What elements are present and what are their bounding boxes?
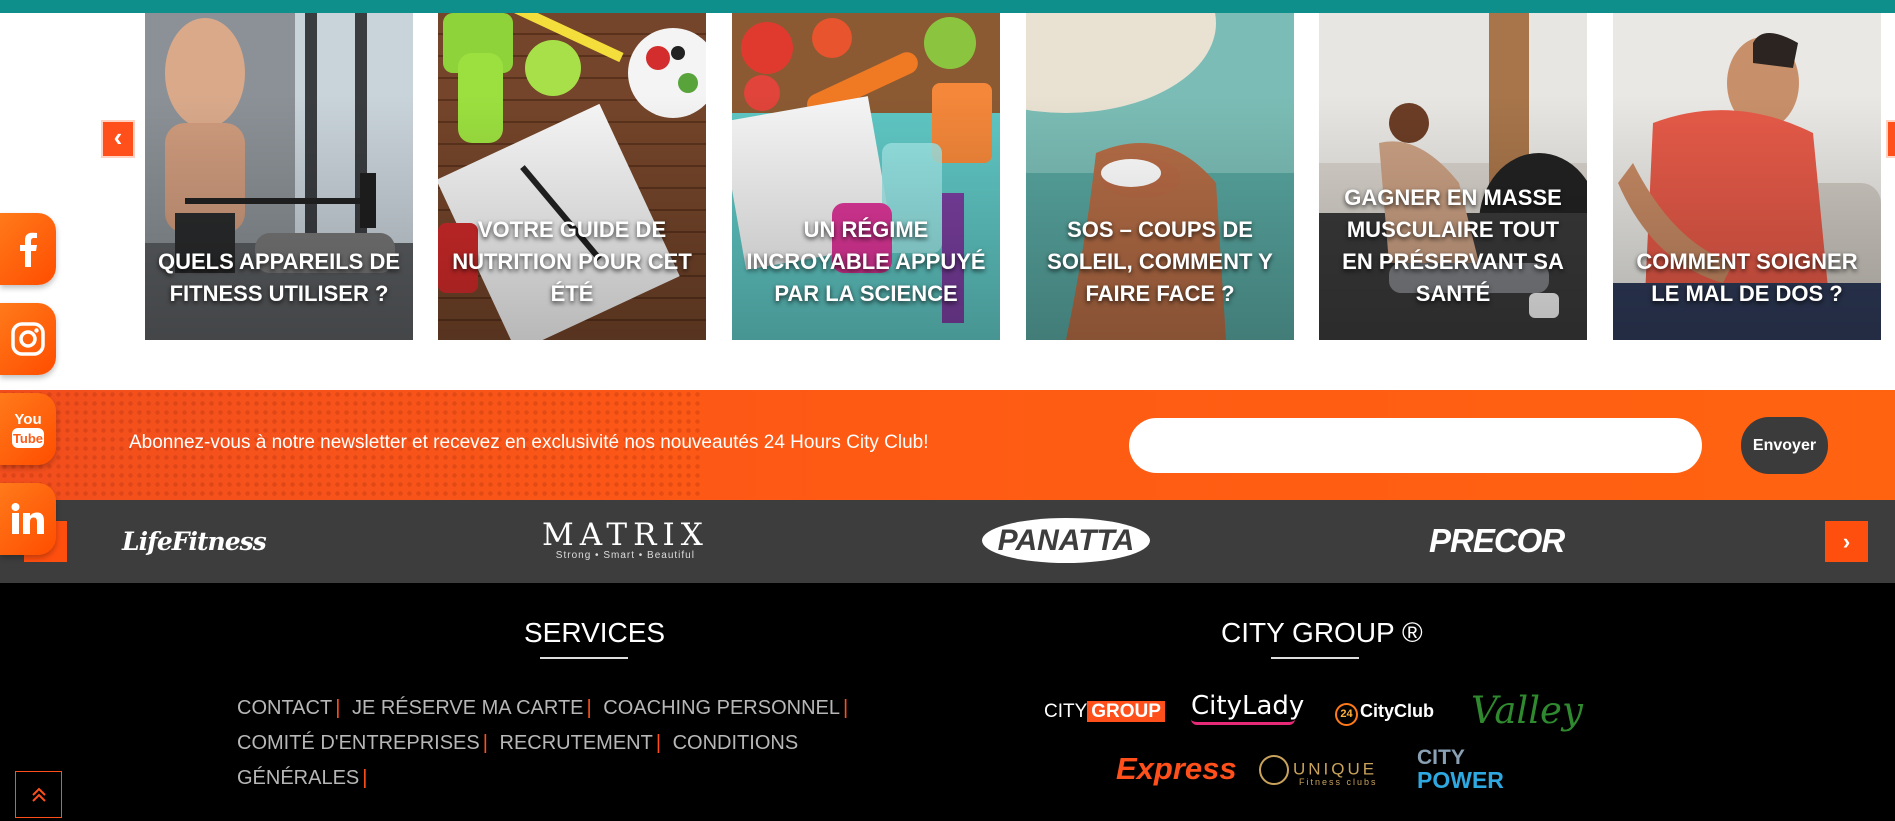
services-heading: SERVICES [524, 617, 666, 648]
blog-card-title: COMMENT SOIGNER LE MAL DE DOS ? [1636, 249, 1858, 306]
blog-card-back-pain[interactable]: COMMENT SOIGNER LE MAL DE DOS ? [1613, 13, 1881, 340]
top-teal-bar [0, 0, 1895, 13]
link-separator: | [362, 767, 368, 789]
instagram-icon [11, 322, 45, 356]
logo-express[interactable]: Express [1116, 751, 1237, 787]
link-separator: | [843, 697, 849, 719]
facebook-icon [20, 232, 37, 267]
logo-text: CITY [1417, 746, 1465, 769]
link-separator: | [335, 697, 341, 719]
logo-city-group[interactable]: CITY GROUP [1044, 701, 1165, 723]
blog-card-muscle-mass[interactable]: GAGNER EN MASSE MUSCULAIRE TOUT EN PRÉSE… [1319, 13, 1587, 340]
svg-text:Tube: Tube [13, 431, 43, 446]
logo-text: CITY [1044, 701, 1088, 722]
link-separator: | [482, 732, 488, 754]
blog-card-title: QUELS APPAREILS DE FITNESS UTILISER ? [157, 249, 401, 306]
logo-text: CityClub [1360, 701, 1434, 721]
link-reserve-card[interactable]: JE RÉSERVE MA CARTE [352, 697, 584, 719]
blog-card-title: GAGNER EN MASSE MUSCULAIRE TOUT EN PRÉSE… [1342, 185, 1564, 306]
blog-card-title: VOTRE GUIDE DE NUTRITION POUR CET ÉTÉ [452, 217, 692, 306]
brand-logo-lifefitness[interactable]: LifeFitness [122, 527, 267, 556]
youtube-icon: You Tube [12, 411, 44, 448]
page: QUELS APPAREILS DE FITNESS UTILISER ? VO… [0, 0, 1895, 821]
brand-logo-panatta[interactable]: PANATTA [982, 518, 1150, 563]
logo-text: UNIQUE [1293, 759, 1378, 779]
newsletter-send-button[interactable]: Envoyer [1741, 417, 1828, 474]
logo-text: CityLady [1191, 691, 1305, 721]
svg-text:You: You [14, 411, 41, 428]
brand-strip: ‹ LifeFitness MATRIX Strong • Smart • Be… [0, 500, 1895, 583]
city-group-underline [1271, 657, 1359, 659]
link-works-council[interactable]: COMITÉ D'ENTREPRISES [237, 732, 480, 754]
logo-city-power[interactable]: CITY POWER [1417, 746, 1504, 793]
brand-name: MATRIX [542, 517, 709, 553]
youtube-link[interactable]: You Tube [0, 393, 56, 465]
carousel-next-button[interactable]: › [1886, 120, 1895, 158]
link-personal-coaching[interactable]: COACHING PERSONNEL [603, 697, 840, 719]
newsletter-email-input[interactable] [1129, 418, 1702, 473]
blog-card-sunburn[interactable]: SOS – COUPS DE SOLEIL, COMMENT Y FAIRE F… [1026, 13, 1294, 340]
logo-unique[interactable]: UNIQUE Fitness clubs [1259, 755, 1378, 787]
brands-next-button[interactable]: › [1825, 521, 1868, 562]
footer: SERVICES CONTACT | JE RÉSERVE MA CARTE | C… [0, 583, 1895, 821]
blog-card-title: SOS – COUPS DE SOLEIL, COMMENT Y FAIRE F… [1047, 217, 1273, 306]
services-underline [540, 657, 628, 659]
instagram-link[interactable] [0, 303, 56, 375]
chevron-left-icon: ‹ [113, 122, 123, 152]
city-group-heading: CITY GROUP ® [1221, 617, 1423, 648]
newsletter-bar: Abonnez-vous à notre newsletter et recev… [0, 390, 1895, 500]
blog-card-diet-science[interactable]: UN RÉGIME INCROYABLE APPUYÉ PAR LA SCIEN… [732, 13, 1000, 340]
link-recruitment[interactable]: RECRUTEMENT [500, 732, 653, 754]
double-chevron-up-icon [31, 787, 46, 802]
blog-card-nutrition-guide[interactable]: VOTRE GUIDE DE NUTRITION POUR CET ÉTÉ [438, 13, 706, 340]
ring-icon [1259, 755, 1289, 785]
brand-logo-matrix[interactable]: MATRIX Strong • Smart • Beautiful [542, 517, 709, 562]
link-separator: | [655, 732, 662, 754]
logo-city-lady[interactable]: CityLady [1191, 691, 1304, 725]
blog-card-fitness-equipment[interactable]: QUELS APPAREILS DE FITNESS UTILISER ? [145, 13, 413, 340]
logo-badge: 24 [1335, 703, 1358, 726]
services-links: CONTACT | JE RÉSERVE MA CARTE | COACHING P… [237, 691, 917, 796]
link-separator: | [586, 697, 592, 719]
logo-valley[interactable]: Valley [1471, 689, 1583, 732]
facebook-link[interactable] [0, 213, 56, 285]
blog-carousel: QUELS APPAREILS DE FITNESS UTILISER ? VO… [0, 13, 1895, 390]
link-contact[interactable]: CONTACT [237, 697, 332, 719]
linkedin-icon [11, 503, 44, 534]
logo-city-club[interactable]: 24 CityClub [1335, 701, 1434, 726]
newsletter-text: Abonnez-vous à notre newsletter et recev… [129, 432, 929, 453]
linkedin-link[interactable] [0, 483, 56, 555]
logo-text: POWER [1417, 767, 1504, 793]
carousel-prev-button[interactable]: ‹ [101, 120, 135, 158]
brand-logo-precor[interactable]: PRECOR [1429, 522, 1565, 560]
chevron-right-icon: › [1842, 528, 1851, 554]
back-to-top-button[interactable] [15, 771, 62, 818]
logo-subtext: Fitness clubs [1299, 777, 1378, 787]
brand-tagline: Strong • Smart • Beautiful [555, 550, 695, 561]
logo-text: GROUP [1087, 701, 1165, 722]
blog-card-title: UN RÉGIME INCROYABLE APPUYÉ PAR LA SCIEN… [746, 217, 986, 306]
